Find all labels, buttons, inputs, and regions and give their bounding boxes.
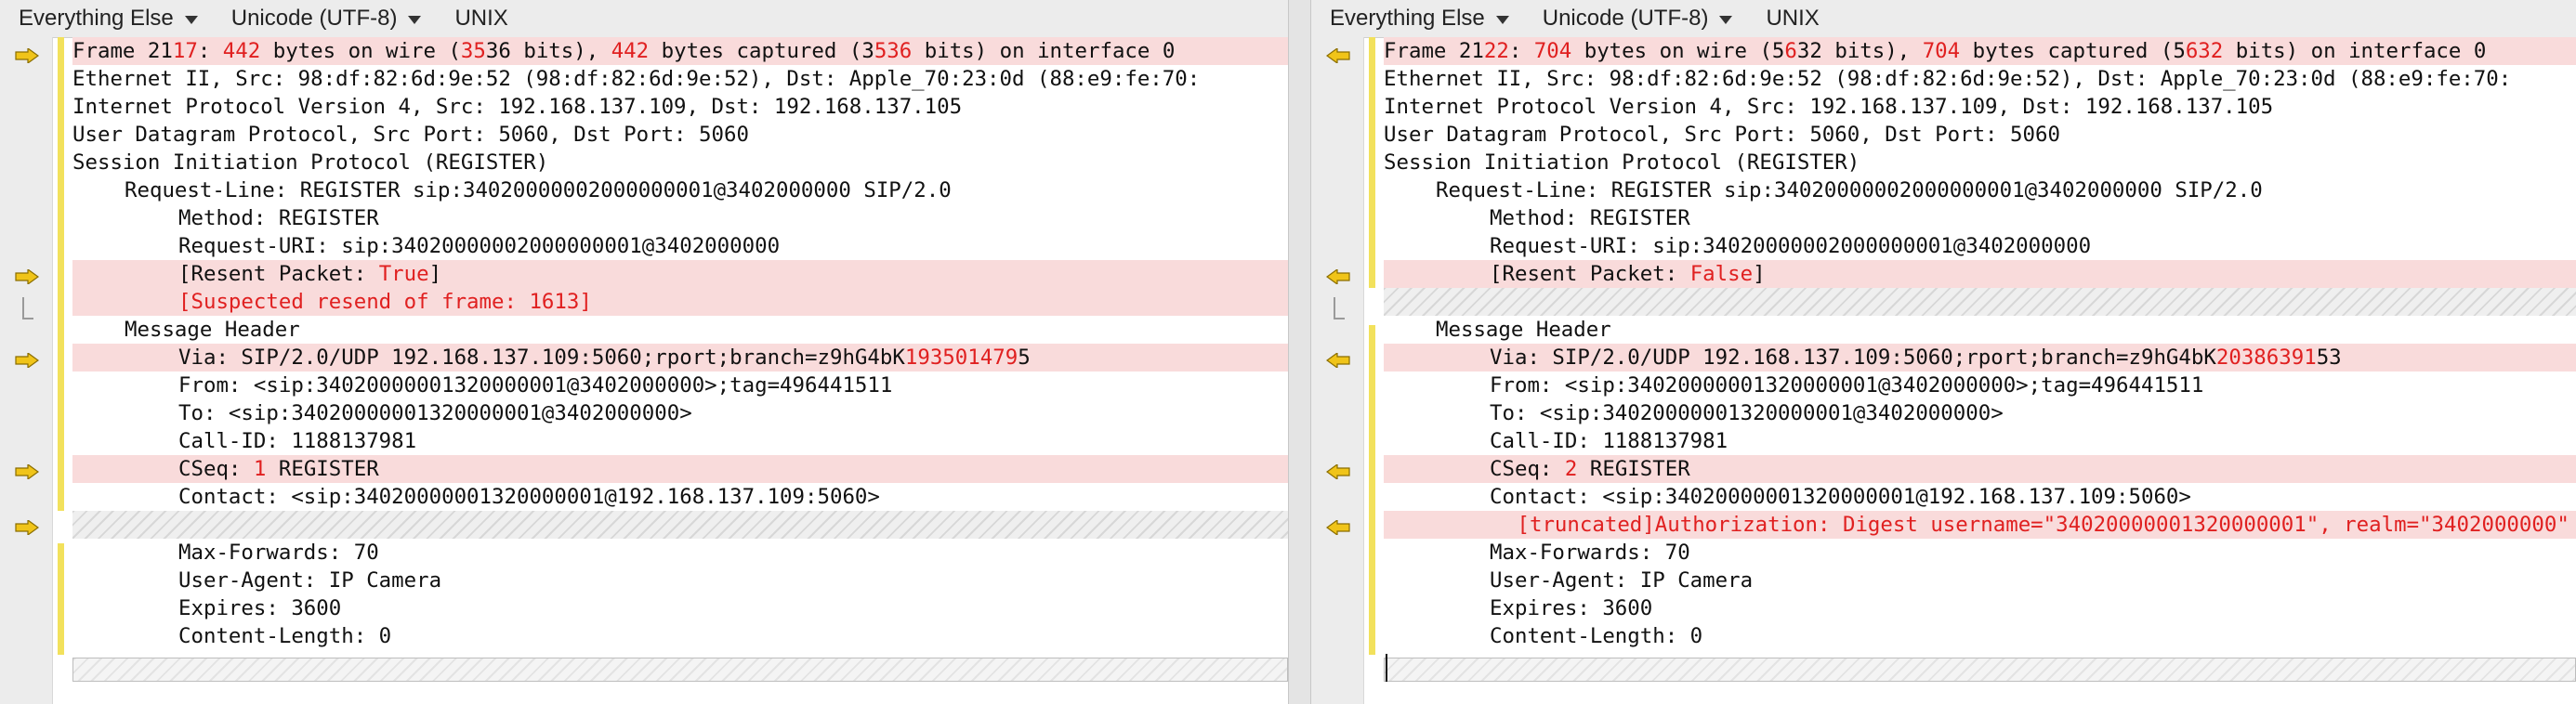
pane-splitter[interactable] [1288, 0, 1311, 704]
request-line: Request-Line: REGISTER sip:3402000000200… [125, 178, 952, 202]
arrow-right-icon[interactable] [15, 353, 39, 368]
sip-line: Session Initiation Protocol (REGISTER) [1384, 150, 1860, 175]
expires-line: Expires: 3600 [178, 596, 342, 620]
right-mode-label: Everything Else [1330, 6, 1485, 31]
message-header-line: Message Header [125, 318, 300, 342]
arrow-right-icon[interactable] [15, 48, 39, 63]
right-line-endings[interactable]: UNIX [1766, 6, 1819, 32]
right-encoding-dropdown[interactable]: Unicode (UTF-8) [1543, 6, 1733, 32]
from-line: From: <sip:34020000001320000001@34020000… [1490, 373, 2204, 398]
arrow-left-icon[interactable] [1326, 353, 1350, 368]
arrow-left-icon[interactable] [1326, 48, 1350, 63]
to-line: To: <sip:34020000001320000001@3402000000… [178, 401, 692, 425]
content-length-line: Content-Length: 0 [1490, 624, 1703, 648]
resent-packet-line: [Resent Packet: True] [72, 260, 1288, 288]
right-toolbar: Everything Else Unicode (UTF-8) UNIX [1311, 0, 2576, 38]
frame-line: Frame 2122: 704 bytes on wire (5632 bits… [1384, 37, 2576, 65]
right-compare-pane[interactable]: Everything Else Unicode (UTF-8) UNIX Fra… [1311, 0, 2576, 704]
frame-line: Frame 2117: 442 bytes on wire (3536 bits… [72, 37, 1288, 65]
change-bar [1369, 37, 1375, 288]
chevron-down-icon [1719, 16, 1733, 24]
request-uri-line: Request-URI: sip:34020000002000000001@34… [178, 234, 781, 258]
left-line-endings-label: UNIX [454, 6, 508, 31]
user-agent-line: User-Agent: IP Camera [178, 568, 442, 593]
contact-line: Contact: <sip:34020000001320000001@192.1… [1490, 485, 2191, 509]
ip-line: Internet Protocol Version 4, Src: 192.16… [1384, 95, 2274, 119]
chevron-down-icon [184, 16, 198, 24]
udp-line: User Datagram Protocol, Src Port: 5060, … [1384, 123, 2060, 147]
max-forwards-line: Max-Forwards: 70 [1490, 541, 1690, 565]
udp-line: User Datagram Protocol, Src Port: 5060, … [72, 123, 749, 147]
left-mode-label: Everything Else [19, 6, 174, 31]
left-mode-dropdown[interactable]: Everything Else [19, 6, 198, 32]
arrow-left-icon[interactable] [1326, 464, 1350, 479]
arrow-left-icon[interactable] [1326, 269, 1350, 284]
suspected-resend-line: [Suspected resend of frame: 1613] [72, 288, 1288, 316]
request-line: Request-Line: REGISTER sip:3402000000200… [1436, 178, 2263, 202]
chevron-down-icon [408, 16, 422, 24]
request-uri-line: Request-URI: sip:34020000002000000001@34… [1490, 234, 2092, 258]
expires-line: Expires: 3600 [1490, 596, 1653, 620]
change-bar [58, 543, 64, 655]
via-line: Via: SIP/2.0/UDP 192.168.137.109:5060;rp… [72, 344, 1288, 372]
left-toolbar: Everything Else Unicode (UTF-8) UNIX [0, 0, 1288, 38]
resent-packet-line: [Resent Packet: False] [1384, 260, 2576, 288]
sip-line: Session Initiation Protocol (REGISTER) [72, 150, 549, 175]
authorization-line: [truncated]Authorization: Digest usernam… [1384, 511, 2576, 539]
change-bar [58, 37, 64, 511]
right-text-area[interactable]: Frame 2122: 704 bytes on wire (5632 bits… [1384, 37, 2576, 704]
from-line: From: <sip:34020000001320000001@34020000… [178, 373, 893, 398]
change-bar [1369, 325, 1375, 655]
right-mode-dropdown[interactable]: Everything Else [1330, 6, 1509, 32]
left-compare-pane[interactable]: Everything Else Unicode (UTF-8) UNIX Fra… [0, 0, 1288, 704]
contact-line: Contact: <sip:34020000001320000001@192.1… [178, 485, 880, 509]
method-line: Method: REGISTER [178, 206, 379, 230]
arrow-left-icon[interactable] [1326, 520, 1350, 535]
left-encoding-dropdown[interactable]: Unicode (UTF-8) [231, 6, 422, 32]
arrow-right-icon[interactable] [15, 464, 39, 479]
missing-line-placeholder [72, 511, 1288, 539]
bracket-icon [1334, 297, 1345, 319]
to-line: To: <sip:34020000001320000001@3402000000… [1490, 401, 2004, 425]
max-forwards-line: Max-Forwards: 70 [178, 541, 379, 565]
right-gutter [1311, 37, 1364, 704]
arrow-right-icon[interactable] [15, 269, 39, 284]
via-line: Via: SIP/2.0/UDP 192.168.137.109:5060;rp… [1384, 344, 2576, 372]
ethernet-line: Ethernet II, Src: 98:df:82:6d:9e:52 (98:… [72, 67, 1201, 91]
ip-line: Internet Protocol Version 4, Src: 192.16… [72, 95, 963, 119]
cseq-line: CSeq: 1 REGISTER [72, 455, 1288, 483]
chevron-down-icon [1495, 16, 1509, 24]
end-of-file-placeholder [72, 658, 1288, 682]
arrow-right-icon[interactable] [15, 520, 39, 535]
left-encoding-label: Unicode (UTF-8) [230, 6, 398, 31]
end-of-file-placeholder [1384, 658, 2576, 682]
message-header-line: Message Header [1436, 318, 1611, 342]
right-encoding-label: Unicode (UTF-8) [1542, 6, 1709, 31]
left-line-endings[interactable]: UNIX [454, 6, 507, 32]
method-line: Method: REGISTER [1490, 206, 1690, 230]
missing-line-placeholder [1384, 288, 2576, 316]
right-line-endings-label: UNIX [1766, 6, 1820, 31]
bracket-icon [22, 297, 33, 319]
call-id-line: Call-ID: 1188137981 [1490, 429, 1728, 453]
cseq-line: CSeq: 2 REGISTER [1384, 455, 2576, 483]
user-agent-line: User-Agent: IP Camera [1490, 568, 1754, 593]
left-text-area[interactable]: Frame 2117: 442 bytes on wire (3536 bits… [72, 37, 1288, 704]
left-gutter [0, 37, 53, 704]
content-length-line: Content-Length: 0 [178, 624, 392, 648]
ethernet-line: Ethernet II, Src: 98:df:82:6d:9e:52 (98:… [1384, 67, 2512, 91]
call-id-line: Call-ID: 1188137981 [178, 429, 417, 453]
text-cursor [1386, 654, 1387, 682]
